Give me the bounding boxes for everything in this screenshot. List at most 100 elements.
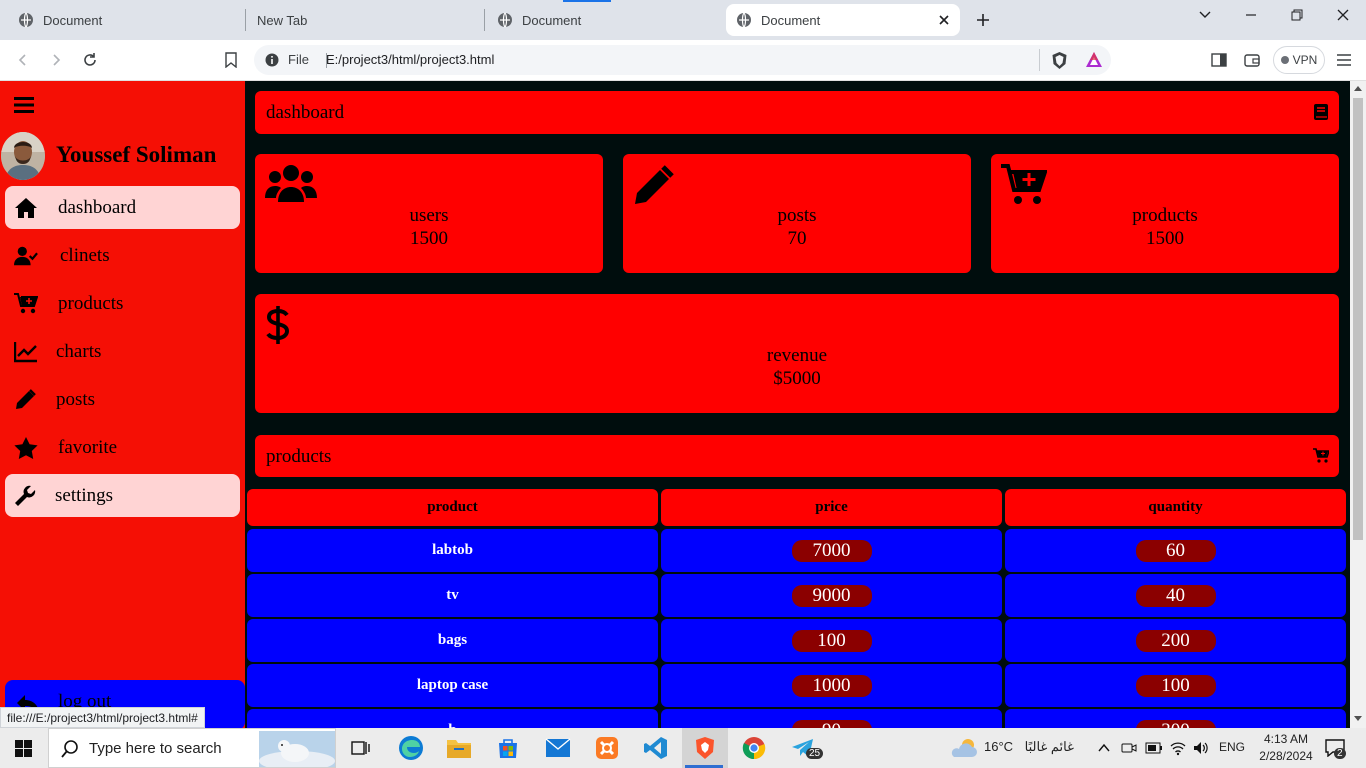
battery-icon[interactable] — [1145, 742, 1163, 754]
stat-card-revenue[interactable]: revenue $5000 — [255, 294, 1339, 413]
tab-title: New Tab — [257, 12, 308, 28]
browser-tab-3[interactable]: Document — [497, 4, 717, 36]
tab-separator — [245, 9, 246, 31]
sidebar-item-label: charts — [56, 341, 102, 362]
browser-tab-1[interactable]: Document — [18, 4, 238, 36]
brave-rewards-icon[interactable] — [1085, 51, 1103, 68]
window-close-icon[interactable] — [1328, 4, 1358, 26]
weather-text[interactable]: 16°C غائم غالبًا — [984, 739, 1074, 755]
table-cell-price: 100 — [661, 619, 1002, 662]
products-header: products — [255, 435, 1339, 477]
table-cell-quantity: 200 — [1005, 619, 1346, 662]
task-view-icon[interactable] — [345, 732, 377, 764]
table-cell-price: 9000 — [661, 574, 1002, 617]
edge-browser-icon[interactable] — [395, 732, 427, 764]
book-icon[interactable] — [1313, 103, 1329, 121]
cart-plus-icon[interactable] — [1313, 448, 1329, 464]
table-header-quantity[interactable]: quantity — [1005, 489, 1346, 526]
volume-icon[interactable] — [1193, 740, 1209, 756]
file-explorer-icon[interactable] — [443, 732, 475, 764]
user-check-icon — [14, 246, 38, 266]
sidebar-toggle-icon[interactable] — [1209, 50, 1229, 70]
chrome-icon[interactable] — [738, 732, 770, 764]
sidebar-item-products[interactable]: products — [5, 282, 240, 325]
cart-plus-icon — [14, 293, 38, 314]
wifi-icon[interactable] — [1170, 740, 1186, 756]
microsoft-store-icon[interactable] — [492, 732, 524, 764]
bookmark-icon[interactable] — [221, 50, 241, 70]
tab-title: Document — [761, 12, 821, 28]
line-chart-icon — [14, 342, 37, 363]
sidebar-item-label: clinets — [60, 245, 110, 266]
users-icon — [265, 165, 317, 202]
tab-loading-indicator — [563, 0, 611, 2]
browser-tab-4-active[interactable]: Document — [726, 4, 960, 36]
page-scrollbar[interactable] — [1350, 81, 1366, 728]
vpn-button[interactable]: VPN — [1273, 46, 1325, 74]
tab-search-chevron-icon[interactable] — [1190, 4, 1220, 26]
table-cell-price: 7000 — [661, 529, 1002, 572]
hidden-icons-chevron-icon[interactable] — [1098, 743, 1110, 752]
sidebar-item-clinets[interactable]: clinets — [5, 234, 240, 277]
new-tab-plus-icon[interactable] — [975, 12, 991, 28]
xampp-icon[interactable] — [591, 732, 623, 764]
restore-icon[interactable] — [1282, 4, 1312, 26]
card-value: 70 — [787, 228, 807, 249]
table-header-product[interactable]: product — [247, 489, 658, 526]
taskbar-search-box[interactable]: Type here to search — [48, 728, 336, 768]
address-bar[interactable]: File E:/project3/html/project3.html — [254, 45, 1111, 75]
menu-icon[interactable] — [1334, 50, 1354, 70]
language-indicator[interactable]: ENG — [1219, 740, 1245, 754]
quantity-badge: 200 — [1135, 629, 1216, 652]
scroll-down-arrow-icon[interactable] — [1354, 716, 1362, 722]
windows-start-icon[interactable] — [15, 740, 32, 757]
sidebar-item-charts[interactable]: charts — [5, 330, 240, 373]
sidebar-item-posts[interactable]: posts — [5, 378, 240, 421]
scroll-thumb[interactable] — [1353, 98, 1363, 540]
tab-title: Document — [522, 12, 582, 28]
close-icon[interactable] — [936, 12, 952, 28]
sidebar-item-label: dashboard — [58, 197, 137, 218]
star-icon — [14, 437, 38, 459]
weather-temperature: 16°C — [984, 739, 1014, 754]
sidebar-item-label: products — [58, 293, 124, 314]
vscode-icon[interactable] — [640, 732, 672, 764]
table-cell-price: 1000 — [661, 664, 1002, 707]
stat-card-users[interactable]: users 1500 — [255, 154, 603, 273]
table-cell-quantity: 60 — [1005, 529, 1346, 572]
info-icon[interactable] — [265, 53, 279, 67]
quantity-badge: 300 — [1135, 719, 1216, 728]
url-scheme-label: File — [288, 52, 309, 67]
stat-card-products[interactable]: products 1500 — [991, 154, 1339, 273]
meet-now-icon[interactable] — [1121, 740, 1137, 756]
wallet-icon[interactable] — [1242, 50, 1262, 70]
url-text[interactable]: E:/project3/html/project3.html — [326, 52, 494, 67]
weather-description: غائم غالبًا — [1024, 739, 1074, 754]
avatar — [1, 132, 45, 180]
reload-icon[interactable] — [80, 50, 100, 70]
card-title: users — [409, 205, 449, 226]
brave-browser-icon[interactable] — [689, 732, 721, 764]
table-cell-price: 90 — [661, 709, 1002, 728]
table-cell-product: labtob — [247, 529, 658, 572]
sidebar-item-dashboard[interactable]: dashboard — [5, 186, 240, 229]
back-arrow-icon[interactable] — [13, 50, 33, 70]
page-viewport: Youssef Soliman dashboard clinets produc… — [0, 81, 1366, 728]
forward-arrow-icon[interactable] — [46, 50, 66, 70]
sidebar-item-favorite[interactable]: favorite — [5, 426, 240, 469]
weather-cloud-sun-icon[interactable] — [950, 737, 978, 759]
card-title: products — [1132, 205, 1198, 226]
sidebar-item-label: posts — [56, 389, 96, 410]
table-cell-product: b — [247, 709, 658, 728]
table-header-price[interactable]: price — [661, 489, 1002, 526]
search-highlight-image — [259, 731, 335, 767]
stat-card-posts[interactable]: posts 70 — [623, 154, 971, 273]
hamburger-menu-icon[interactable] — [14, 96, 34, 114]
minimize-icon[interactable] — [1236, 4, 1266, 26]
sidebar-item-settings[interactable]: settings — [5, 474, 240, 517]
card-value: 1500 — [410, 228, 448, 249]
mail-icon[interactable] — [542, 732, 574, 764]
brave-shield-icon[interactable] — [1051, 51, 1068, 70]
browser-tab-2[interactable]: New Tab — [257, 4, 477, 36]
scroll-up-arrow-icon[interactable] — [1354, 85, 1362, 91]
